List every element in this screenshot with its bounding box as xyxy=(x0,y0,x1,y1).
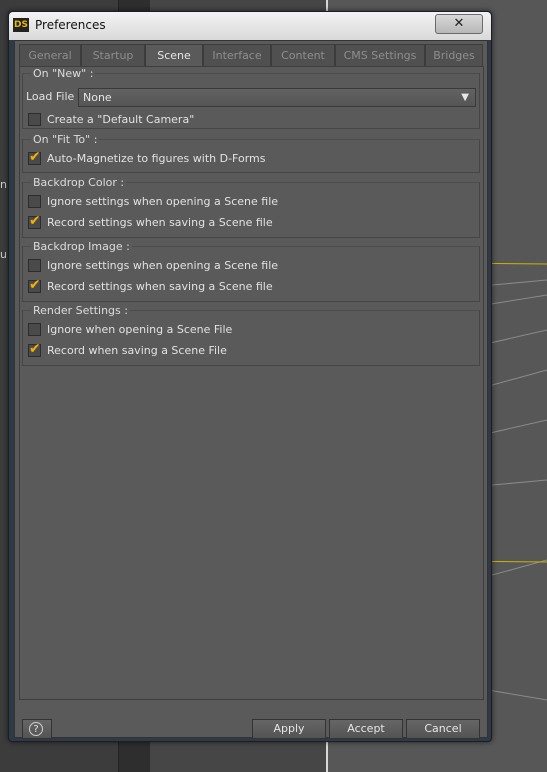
tab-bridges[interactable]: Bridges xyxy=(425,44,483,66)
apply-button[interactable]: Apply xyxy=(252,719,326,739)
group-title: On "Fit To" : xyxy=(31,133,100,146)
tab-interface[interactable]: Interface xyxy=(203,44,271,66)
load-file-value: None xyxy=(83,91,112,104)
auto-magnetize-label: Auto-Magnetize to figures with D-Forms xyxy=(47,151,266,165)
close-button[interactable]: ✕ xyxy=(435,14,483,34)
render-record-label: Record when saving a Scene File xyxy=(47,343,227,357)
load-file-select[interactable]: None ▼ xyxy=(78,88,476,107)
background-glyph: n xyxy=(0,178,7,191)
group-on-fit-to: On "Fit To" : Auto-Magnetize to figures … xyxy=(22,133,480,173)
help-icon: ? xyxy=(29,722,43,736)
backdrop-image-record-checkbox[interactable] xyxy=(28,277,41,293)
auto-magnetize-row[interactable]: Auto-Magnetize to figures with D-Forms xyxy=(28,149,266,167)
help-button[interactable]: ? xyxy=(22,719,52,739)
backdrop-color-ignore-checkbox[interactable] xyxy=(28,194,41,208)
load-file-label: Load File : xyxy=(26,90,82,103)
chevron-down-icon: ▼ xyxy=(461,92,469,103)
backdrop-color-ignore-label: Ignore settings when opening a Scene fil… xyxy=(47,194,279,208)
group-backdrop-color: Backdrop Color : Ignore settings when op… xyxy=(22,176,480,238)
preferences-dialog: DS Preferences ✕ General Startup Scene I… xyxy=(8,11,492,742)
default-camera-row[interactable]: Create a "Default Camera" xyxy=(28,110,194,128)
render-record-row[interactable]: Record when saving a Scene File xyxy=(28,341,227,359)
auto-magnetize-checkbox[interactable] xyxy=(28,149,41,165)
group-title: Backdrop Color : xyxy=(31,176,127,189)
render-record-checkbox[interactable] xyxy=(28,341,41,357)
backdrop-color-record-label: Record settings when saving a Scene file xyxy=(47,215,273,229)
title-bar[interactable]: DS Preferences ✕ xyxy=(9,12,491,40)
group-render-settings: Render Settings : Ignore when opening a … xyxy=(22,304,480,366)
backdrop-image-record-row[interactable]: Record settings when saving a Scene file xyxy=(28,277,273,295)
backdrop-image-record-label: Record settings when saving a Scene file xyxy=(47,279,273,293)
window-title: Preferences xyxy=(35,18,106,32)
accept-button[interactable]: Accept xyxy=(329,719,403,739)
backdrop-image-ignore-checkbox[interactable] xyxy=(28,258,41,272)
backdrop-image-ignore-row[interactable]: Ignore settings when opening a Scene fil… xyxy=(28,256,278,274)
scene-settings-panel: On "New" : Load File : None ▼ Create a "… xyxy=(19,66,484,700)
group-backdrop-image: Backdrop Image : Ignore settings when op… xyxy=(22,240,480,302)
render-ignore-row[interactable]: Ignore when opening a Scene File xyxy=(28,320,232,338)
backdrop-color-ignore-row[interactable]: Ignore settings when opening a Scene fil… xyxy=(28,192,278,210)
group-title: On "New" : xyxy=(31,67,96,80)
backdrop-color-record-checkbox[interactable] xyxy=(28,213,41,229)
group-on-new: On "New" : Load File : None ▼ Create a "… xyxy=(22,67,480,129)
dialog-client-area: General Startup Scene Interface Content … xyxy=(14,40,488,739)
backdrop-color-record-row[interactable]: Record settings when saving a Scene file xyxy=(28,213,273,231)
tab-cms-settings[interactable]: CMS Settings xyxy=(335,44,425,66)
default-camera-label: Create a "Default Camera" xyxy=(47,112,195,126)
tab-general[interactable]: General xyxy=(19,44,81,66)
tab-startup[interactable]: Startup xyxy=(81,44,145,66)
app-logo-icon: DS xyxy=(13,18,29,32)
render-ignore-label: Ignore when opening a Scene File xyxy=(47,322,233,336)
tab-content[interactable]: Content xyxy=(271,44,335,66)
render-ignore-checkbox[interactable] xyxy=(28,322,41,336)
default-camera-checkbox[interactable] xyxy=(28,112,41,126)
background-glyph: u xyxy=(0,248,7,261)
group-title: Backdrop Image : xyxy=(31,240,132,253)
backdrop-image-ignore-label: Ignore settings when opening a Scene fil… xyxy=(47,258,279,272)
cancel-button[interactable]: Cancel xyxy=(406,719,480,739)
group-title: Render Settings : xyxy=(31,304,130,317)
tab-scene[interactable]: Scene xyxy=(145,44,203,68)
